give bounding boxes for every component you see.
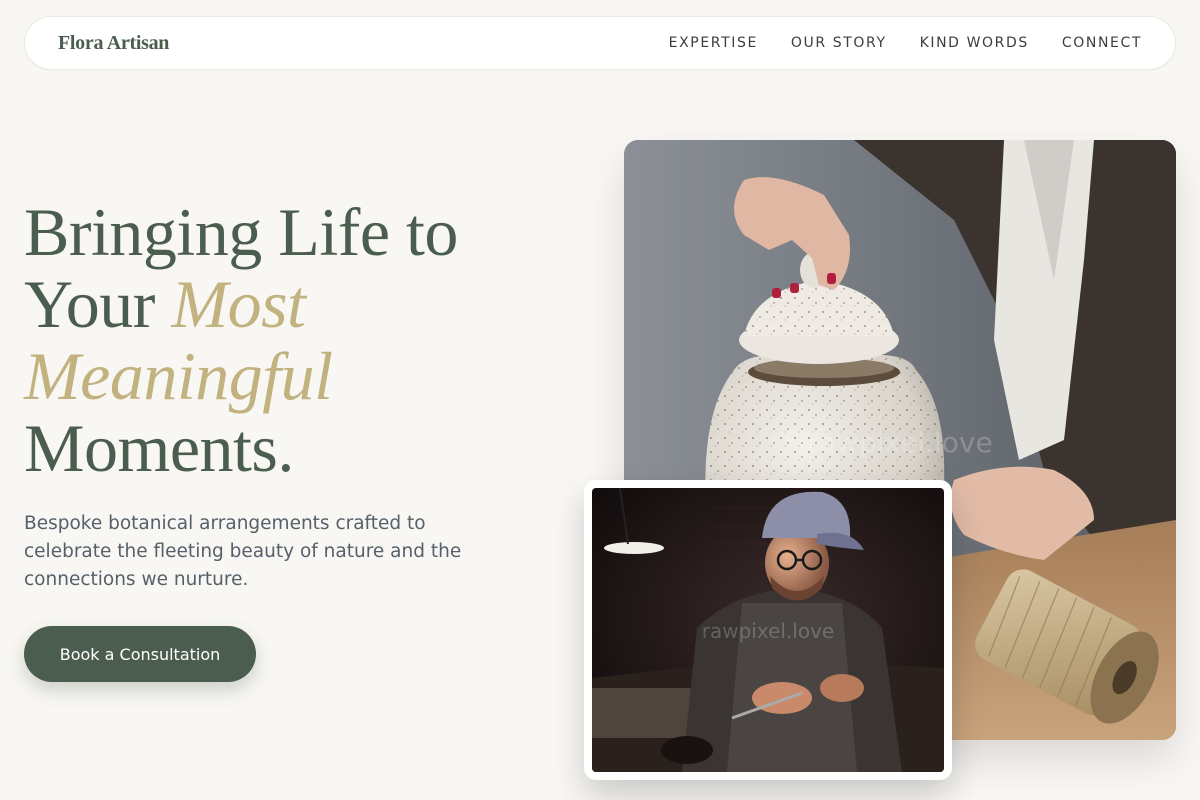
inset-image-card: rawpixel.love [584,480,952,780]
watermark-text-small: rawpixel.love [702,619,834,643]
hero-title: Bringing Life to Your Most Meaningful Mom… [24,196,564,484]
watermark-text: rawpixel.love [807,426,992,459]
brand-logo[interactable]: Flora Artisan [58,32,169,55]
hero-title-tail: Moments. [24,410,294,486]
nav-link-expertise[interactable]: EXPERTISE [669,35,758,51]
hero-image-craftsman: rawpixel.love [592,488,944,772]
hero-subtitle: Bespoke botanical arrangements crafted t… [24,513,462,590]
nav-link-kind-words[interactable]: KIND WORDS [920,35,1029,51]
nav-link-connect[interactable]: CONNECT [1062,35,1142,51]
nav-links: EXPERTISE OUR STORY KIND WORDS CONNECT [669,35,1142,51]
book-consultation-button[interactable]: Book a Consultation [24,626,256,682]
top-navbar: Flora Artisan EXPERTISE OUR STORY KIND W… [24,16,1176,70]
nav-link-our-story[interactable]: OUR STORY [791,35,887,51]
craftsman-photo: rawpixel.love [592,488,944,772]
